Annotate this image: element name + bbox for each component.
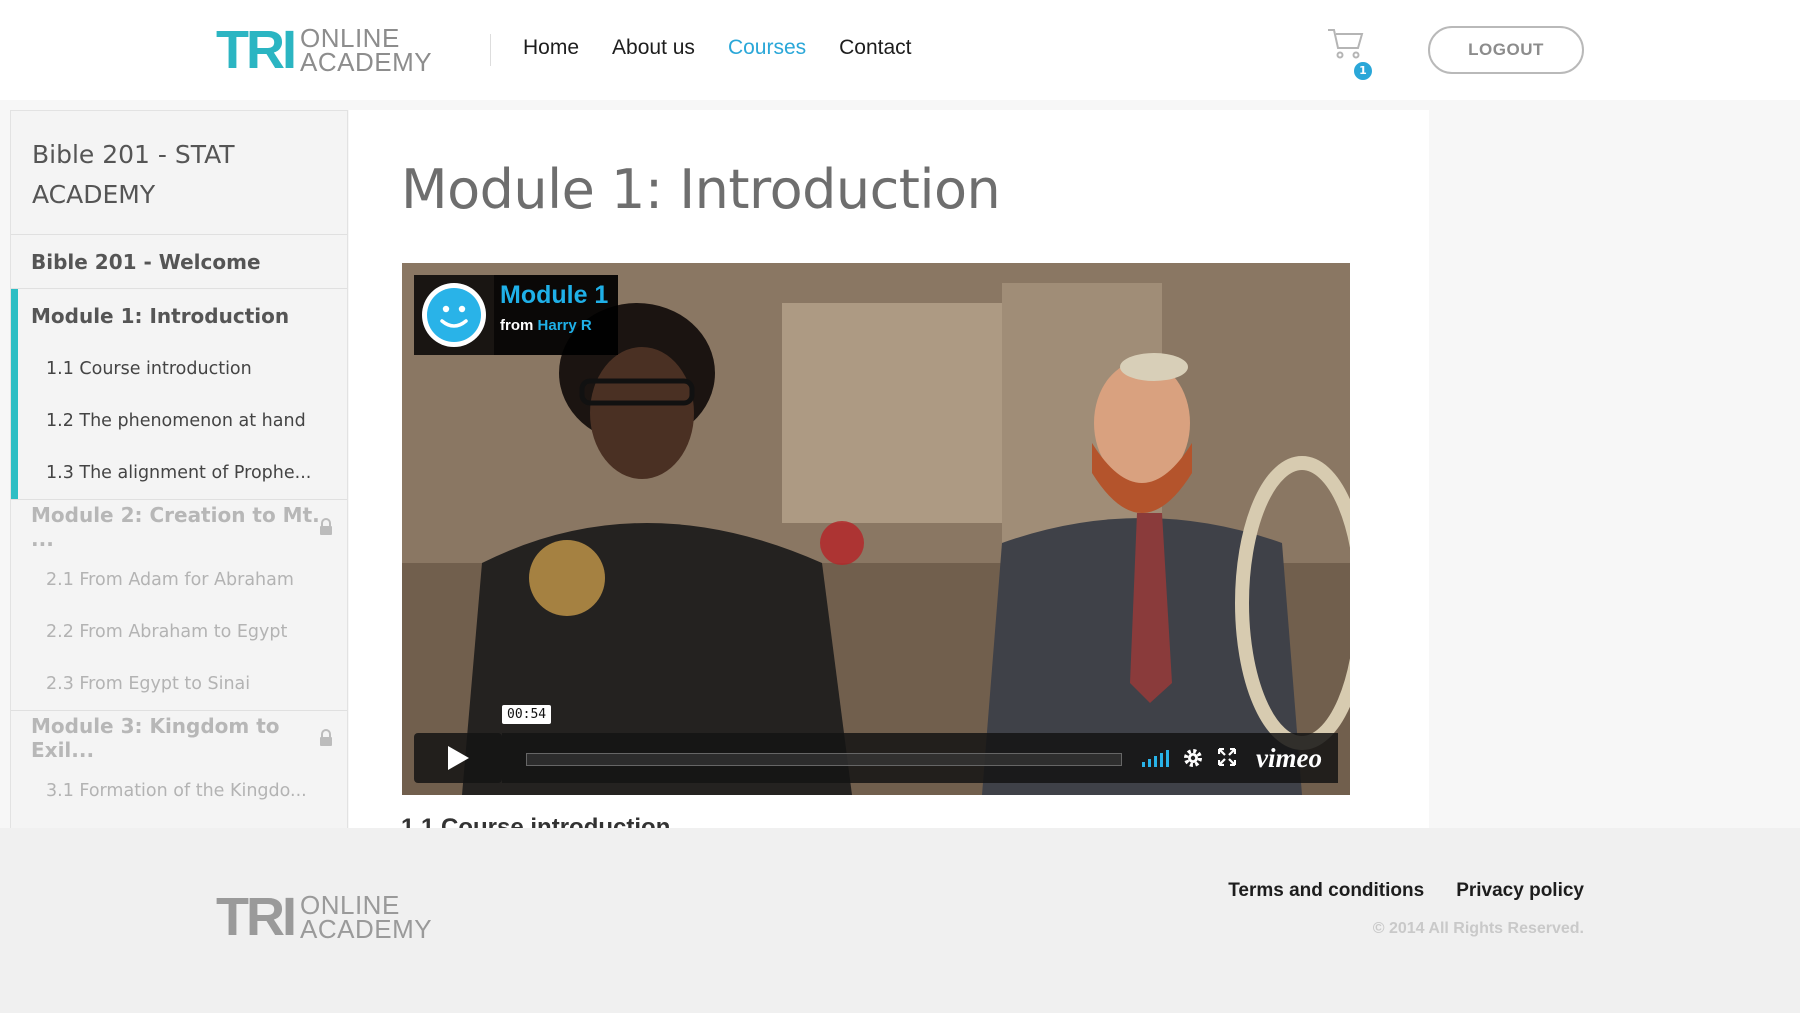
video-timecode: 00:54 — [502, 705, 552, 724]
site-footer: TRI ONLINE ACADEMY Terms and conditions … — [0, 828, 1800, 1013]
volume-icon[interactable] — [1142, 749, 1172, 767]
smiley-avatar-icon — [422, 283, 486, 347]
video-title-badge: Module 1 from Harry R — [414, 275, 619, 355]
video-author-link[interactable]: Harry R — [538, 317, 592, 334]
sidebar-lesson-1-2[interactable]: 1.2 The phenomenon at hand — [11, 395, 347, 447]
video-from-prefix: from — [500, 317, 534, 334]
vimeo-logo[interactable]: vimeo — [1256, 743, 1322, 774]
footer-links: Terms and conditions Privacy policy — [1228, 880, 1584, 902]
play-button[interactable] — [414, 733, 502, 783]
privacy-link[interactable]: Privacy policy — [1456, 880, 1584, 902]
cart-count-badge: 1 — [1352, 60, 1374, 82]
video-byline: from Harry R — [500, 317, 608, 334]
lock-icon — [320, 518, 332, 535]
video-title[interactable]: Module 1 — [500, 281, 608, 309]
author-avatar[interactable] — [414, 275, 494, 355]
logo-wordmark: ONLINE ACADEMY — [300, 25, 433, 77]
lesson-content: Module 1: Introduction Module 1 from Har… — [349, 110, 1429, 828]
nav-courses[interactable]: Courses — [728, 36, 806, 60]
sidebar-lesson-2-2[interactable]: 2.2 From Abraham to Egypt — [11, 606, 347, 658]
sidebar-module-2-label: Module 2: Creation to Mt. ... — [31, 503, 320, 551]
nav-contact[interactable]: Contact — [839, 36, 911, 60]
lock-icon — [320, 729, 332, 746]
video-control-bar: vimeo — [502, 733, 1338, 783]
video-titles: Module 1 from Harry R — [494, 275, 619, 355]
sidebar-lesson-1-3[interactable]: 1.3 The alignment of Prophe... — [11, 447, 347, 499]
course-sidebar: Bible 201 - STAT ACADEMY Bible 201 - Wel… — [10, 110, 348, 828]
sidebar-lesson-2-1[interactable]: 2.1 From Adam for Abraham — [11, 554, 347, 606]
nav-about-us[interactable]: About us — [612, 36, 695, 60]
copyright-text: © 2014 All Rights Reserved. — [1372, 920, 1584, 937]
logout-button[interactable]: LOGOUT — [1428, 26, 1584, 74]
module-group-2: Module 2: Creation to Mt. ... 2.1 From A… — [11, 500, 347, 711]
terms-link[interactable]: Terms and conditions — [1228, 880, 1424, 902]
footer-logo-line-academy: ACADEMY — [300, 914, 433, 944]
course-title: Bible 201 - STAT ACADEMY — [11, 111, 347, 235]
video-player[interactable]: Module 1 from Harry R vimeo 00:54 — [402, 263, 1350, 795]
sidebar-lesson-1-1[interactable]: 1.1 Course introduction — [11, 343, 347, 395]
sidebar-item-welcome[interactable]: Bible 201 - Welcome — [11, 235, 347, 289]
sidebar-lesson-2-3[interactable]: 2.3 From Egypt to Sinai — [11, 658, 347, 710]
sidebar-lesson-3-1[interactable]: 3.1 Formation of the Kingdo... — [11, 765, 347, 817]
video-progress-bar[interactable] — [526, 753, 1122, 766]
module-group-3: Module 3: Kingdom to Exil... 3.1 Formati… — [11, 711, 347, 817]
footer-logo-wordmark: ONLINE ACADEMY — [300, 892, 433, 944]
right-rail — [1429, 110, 1790, 828]
footer-logo[interactable]: TRI ONLINE ACADEMY — [216, 890, 432, 944]
footer-logo-mark: TRI — [216, 887, 297, 947]
shopping-cart-icon — [1328, 29, 1364, 59]
site-logo[interactable]: TRI ONLINE ACADEMY — [216, 20, 433, 80]
settings-gear-icon[interactable] — [1182, 747, 1204, 769]
main-nav: Home About us Courses Contact — [523, 36, 912, 60]
header-divider — [490, 34, 491, 66]
module-group-1: Module 1: Introduction 1.1 Course introd… — [11, 289, 347, 500]
sidebar-module-1[interactable]: Module 1: Introduction — [11, 289, 347, 343]
cart-button[interactable]: 1 — [1326, 26, 1376, 82]
sidebar-module-3-label: Module 3: Kingdom to Exil... — [31, 714, 280, 762]
page-title: Module 1: Introduction — [401, 158, 1001, 221]
lesson-heading: 1.1 Course introduction — [401, 814, 671, 828]
sidebar-module-3[interactable]: Module 3: Kingdom to Exil... — [11, 711, 347, 765]
site-header: TRI ONLINE ACADEMY Home About us Courses… — [0, 0, 1800, 100]
sidebar-module-2[interactable]: Module 2: Creation to Mt. ... — [11, 500, 347, 554]
logo-line-academy: ACADEMY — [300, 47, 433, 77]
logo-mark: TRI — [216, 20, 297, 80]
fullscreen-icon[interactable] — [1218, 748, 1236, 766]
play-icon — [448, 746, 469, 770]
nav-home[interactable]: Home — [523, 36, 579, 60]
